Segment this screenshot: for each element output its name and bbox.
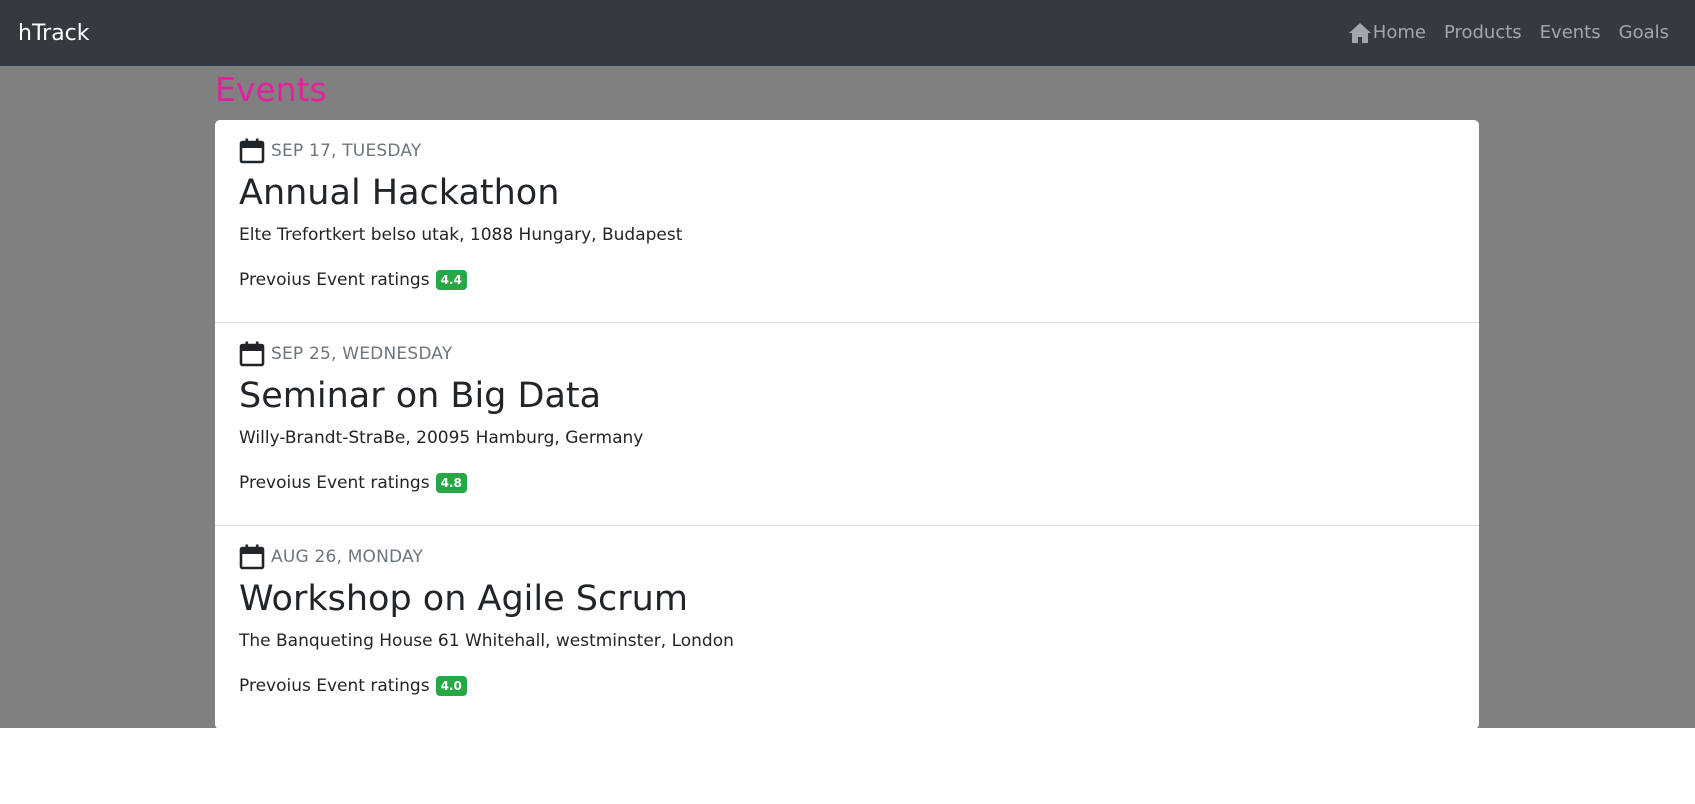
nav-link-events[interactable]: Events [1540,19,1601,47]
nav-link-home-label: Home [1372,22,1426,43]
event-title: Annual Hackathon [239,173,560,213]
event-title: Workshop on Agile Scrum [239,579,688,619]
brand-logo-link[interactable]: hTrack [18,20,90,48]
rating-badge: 4.8 [435,473,467,493]
nav-link-products[interactable]: Products [1444,19,1522,47]
event-list: SEP 17, TUESDAY Annual Hackathon Elte Tr… [215,120,1479,729]
nav-links: Home Products Events Goals [1348,19,1669,47]
event-date: AUG 26, MONDAY [271,547,424,567]
event-address: Elte Trefortkert belso utak, 1088 Hungar… [239,225,683,245]
event-date-row: SEP 25, WEDNESDAY [239,339,1455,369]
home-icon [1348,23,1371,43]
event-date-row: AUG 26, MONDAY [239,542,1455,572]
event-date-row: SEP 17, TUESDAY [239,136,1455,166]
page-title: Events [215,70,327,109]
event-rating-row: Prevoius Event ratings 4.4 [239,269,1455,291]
event-item[interactable]: SEP 17, TUESDAY Annual Hackathon Elte Tr… [215,120,1479,323]
event-rating-label: Prevoius Event ratings [239,676,430,696]
event-date: SEP 25, WEDNESDAY [271,344,453,364]
event-rating-row: Prevoius Event ratings 4.8 [239,472,1455,494]
event-item[interactable]: AUG 26, MONDAY Workshop on Agile Scrum T… [215,526,1479,729]
event-item[interactable]: SEP 25, WEDNESDAY Seminar on Big Data Wi… [215,323,1479,526]
navbar: hTrack Home Products Events Goals [0,0,1695,66]
event-rating-row: Prevoius Event ratings 4.0 [239,675,1455,697]
rating-badge: 4.0 [435,676,467,696]
event-address: The Banqueting House 61 Whitehall, westm… [239,631,734,651]
event-rating-label: Prevoius Event ratings [239,270,430,290]
event-date: SEP 17, TUESDAY [271,141,422,161]
event-title: Seminar on Big Data [239,376,602,416]
event-address: Willy-Brandt-StraBe, 20095 Hamburg, Germ… [239,428,644,448]
calendar-icon [239,341,265,367]
calendar-icon [239,138,265,164]
nav-link-home[interactable]: Home [1348,19,1426,47]
calendar-icon [239,544,265,570]
rating-badge: 4.4 [435,270,467,290]
nav-link-goals[interactable]: Goals [1619,19,1669,47]
event-rating-label: Prevoius Event ratings [239,473,430,493]
